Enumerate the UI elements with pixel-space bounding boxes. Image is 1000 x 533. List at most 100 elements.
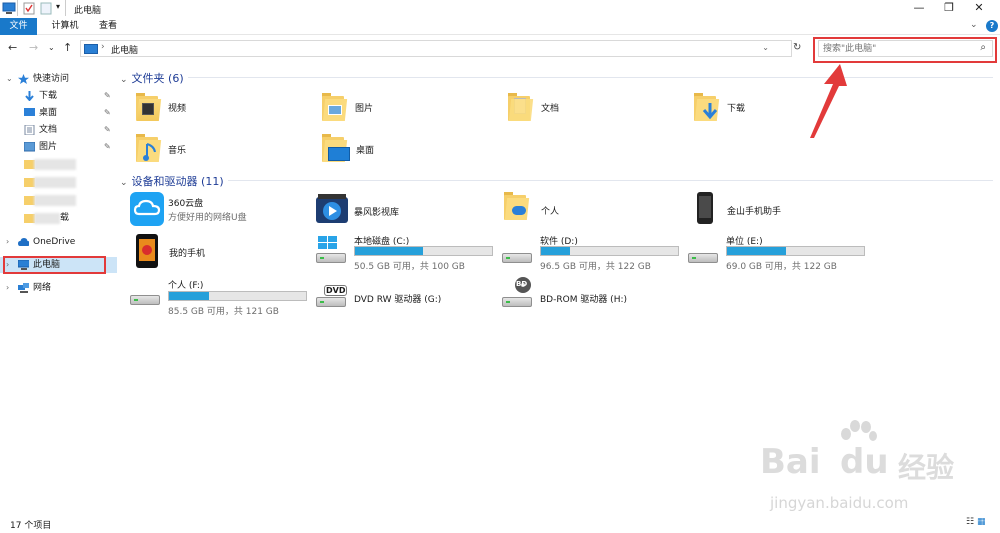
folder-tile-documents[interactable]: 文档: [508, 93, 658, 133]
tab-computer[interactable]: 计算机: [43, 18, 87, 35]
folder-label: 文档: [541, 104, 560, 114]
ribbon: 文件 计算机 查看 ⌄ ?: [0, 18, 1000, 35]
sidebar-item-label: 载: [60, 213, 70, 223]
folder-tile-videos[interactable]: 视频: [136, 93, 286, 133]
bd-drive-icon: [502, 294, 532, 310]
drive-tile-e[interactable]: 单位 (E:) 69.0 GB 可用，共 122 GB: [688, 234, 868, 274]
device-tile-phone-assistant[interactable]: 金山手机助手: [696, 192, 866, 232]
expand-ribbon-icon[interactable]: ⌄: [970, 20, 978, 30]
section-title: 设备和驱动器 (11): [131, 175, 224, 188]
tab-file[interactable]: 文件: [0, 18, 37, 35]
sidebar-item-blurred[interactable]: [0, 156, 117, 172]
hard-drive-icon: [316, 250, 346, 266]
customize-toolbar-icon[interactable]: ▾: [56, 2, 60, 15]
up-arrow-icon[interactable]: ↑: [63, 41, 72, 54]
drive-free-space: 69.0 GB 可用，共 122 GB: [726, 262, 837, 272]
navigation-pane: ⌄ 快速访问 下载 ✎ 桌面 ✎ 文档 ✎ 图片 ✎ 载 › OneDrive …: [0, 66, 117, 512]
music-folder-icon: [136, 134, 162, 162]
close-button[interactable]: ✕: [964, 0, 994, 18]
back-arrow-icon[interactable]: ←: [8, 41, 17, 54]
chevron-right-icon[interactable]: ›: [6, 234, 9, 250]
sidebar-item-label: 网络: [33, 283, 52, 293]
blurred-label: [34, 159, 76, 170]
device-label: 我的手机: [169, 249, 206, 259]
divider: [65, 0, 66, 16]
sidebar-item-blurred[interactable]: [0, 174, 117, 190]
tab-view[interactable]: 查看: [90, 18, 126, 35]
desktop-icon: [24, 108, 35, 116]
device-label: 个人: [541, 207, 560, 217]
drive-tile-f[interactable]: 个人 (F:) 85.5 GB 可用，共 121 GB: [130, 278, 320, 318]
pin-icon[interactable]: ✎: [104, 88, 111, 104]
minimize-button[interactable]: —: [904, 0, 934, 18]
sidebar-item-network[interactable]: › 网络: [0, 280, 117, 296]
recent-locations-icon[interactable]: ⌄: [48, 43, 55, 52]
sidebar-item-onedrive[interactable]: › OneDrive: [0, 234, 117, 250]
section-header-folders[interactable]: ⌄ 文件夹 (6): [120, 70, 184, 86]
search-highlight-box: [813, 37, 997, 63]
pin-icon[interactable]: ✎: [104, 105, 111, 121]
sidebar-item-downloads[interactable]: 下载 ✎: [0, 88, 117, 104]
drive-tile-d[interactable]: 软件 (D:) 96.5 GB 可用，共 122 GB: [502, 234, 682, 274]
cloud-folder-icon: [504, 192, 530, 220]
hard-drive-icon: [688, 250, 718, 266]
sidebar-item-blurred[interactable]: [0, 192, 117, 208]
folder-label: 下载: [727, 104, 746, 114]
chevron-down-icon[interactable]: ⌄: [120, 75, 128, 85]
drive-tile-g[interactable]: DVD DVD RW 驱动器 (G:): [316, 282, 496, 322]
folder-tile-music[interactable]: 音乐: [136, 134, 286, 174]
help-icon[interactable]: ?: [986, 20, 998, 32]
documents-icon: [24, 125, 35, 135]
sidebar-item-label: OneDrive: [33, 237, 76, 247]
hard-drive-icon: [130, 292, 160, 308]
pin-icon[interactable]: ✎: [104, 139, 111, 155]
drive-free-space: 50.5 GB 可用，共 100 GB: [354, 262, 465, 272]
chevron-down-icon[interactable]: ⌄: [120, 178, 128, 188]
sidebar-item-label: 桌面: [39, 108, 58, 118]
pictures-icon: [24, 142, 35, 152]
restore-button[interactable]: ❐: [934, 0, 964, 18]
folder-label: 音乐: [168, 146, 187, 156]
divider: [17, 0, 18, 16]
folder-label: 视频: [168, 104, 187, 114]
window-title: 此电脑: [74, 6, 102, 16]
forward-arrow-icon[interactable]: →: [29, 41, 38, 54]
device-tile-my-phone[interactable]: 我的手机: [136, 234, 306, 274]
drive-tile-h[interactable]: BD BD-ROM 驱动器 (H:): [502, 276, 682, 316]
download-arrow-icon: [25, 91, 34, 101]
folder-tile-desktop[interactable]: 桌面: [322, 134, 472, 174]
sidebar-item-quick-access[interactable]: ⌄ 快速访问: [0, 71, 117, 87]
properties-icon[interactable]: [23, 2, 35, 15]
sidebar-item-pictures[interactable]: 图片 ✎: [0, 139, 117, 155]
address-bar[interactable]: › 此电脑 ⌄: [80, 40, 792, 57]
video-library-icon: [316, 194, 348, 223]
drive-usage-bar: [354, 246, 493, 256]
device-tile-personal-cloud[interactable]: 个人: [504, 192, 674, 232]
video-folder-icon: [136, 93, 162, 121]
new-folder-icon[interactable]: [40, 2, 52, 15]
chevron-down-icon[interactable]: ⌄: [6, 71, 13, 87]
cloud-icon: [18, 238, 29, 246]
hard-drive-icon: [502, 250, 532, 266]
refresh-icon[interactable]: ↻: [793, 42, 801, 53]
address-history-icon[interactable]: ⌄: [762, 43, 769, 52]
chevron-right-icon[interactable]: ›: [6, 280, 9, 296]
device-tile-360-cloud[interactable]: 360云盘 方便好用的网络U盘: [130, 192, 300, 232]
star-icon: [18, 74, 29, 84]
annotation-arrow: [810, 64, 847, 138]
device-label: 360云盘: [168, 199, 204, 209]
section-header-devices[interactable]: ⌄ 设备和驱动器 (11): [120, 173, 224, 189]
phone-icon: [697, 192, 713, 224]
sidebar-item-blurred[interactable]: 载: [0, 210, 117, 226]
pin-icon[interactable]: ✎: [104, 122, 111, 138]
breadcrumb-this-pc[interactable]: 此电脑: [111, 43, 138, 56]
breadcrumb-separator-icon[interactable]: ›: [101, 42, 105, 52]
section-divider: [228, 180, 993, 181]
sidebar-item-documents[interactable]: 文档 ✎: [0, 122, 117, 138]
folder-tile-pictures[interactable]: 图片: [322, 93, 472, 133]
section-divider: [188, 77, 993, 78]
device-tile-baofeng[interactable]: 暴风影视库: [316, 194, 486, 234]
this-pc-highlight-box: [3, 256, 106, 274]
sidebar-item-desktop[interactable]: 桌面 ✎: [0, 105, 117, 121]
drive-tile-c[interactable]: 本地磁盘 (C:) 50.5 GB 可用，共 100 GB: [316, 234, 496, 274]
